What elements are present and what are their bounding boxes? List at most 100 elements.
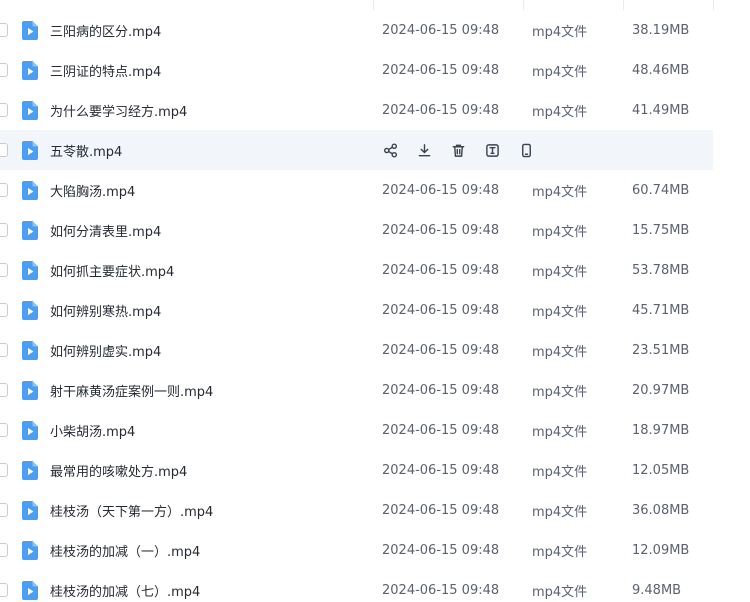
row-checkbox[interactable] bbox=[0, 63, 8, 77]
table-row[interactable]: 如何辨别虚实.mp4 2024-06-15 09:48 mp4文件 23.51MB bbox=[0, 330, 713, 370]
file-type: mp4文件 bbox=[532, 504, 588, 520]
table-row[interactable]: 桂枝汤（天下第一方）.mp4 2024-06-15 09:48 mp4文件 36.08… bbox=[0, 490, 713, 530]
row-checkbox[interactable] bbox=[0, 383, 8, 397]
modified-time: 2024-06-15 09:48 bbox=[382, 582, 500, 598]
file-name[interactable]: 五苓散.mp4 bbox=[50, 141, 122, 160]
file-size: 60.74MB bbox=[632, 182, 690, 198]
file-size: 20.97MB bbox=[632, 382, 690, 398]
table-row[interactable]: 大陷胸汤.mp4 2024-06-15 09:48 mp4文件 60.74MB bbox=[0, 170, 713, 210]
video-file-icon bbox=[22, 540, 38, 560]
rename-icon[interactable] bbox=[484, 142, 500, 158]
table-row[interactable]: 最常用的咳嗽处方.mp4 2024-06-15 09:48 mp4文件 12.05MB bbox=[0, 450, 713, 490]
file-size: 12.05MB bbox=[632, 462, 690, 478]
table-row[interactable]: 桂枝汤的加减（一）.mp4 2024-06-15 09:48 mp4文件 12.09M… bbox=[0, 530, 713, 570]
file-name[interactable]: 如何分清表里.mp4 bbox=[50, 221, 161, 240]
table-row[interactable]: 三阳病的区分.mp4 2024-06-15 09:48 mp4文件 38.19MB bbox=[0, 10, 713, 50]
row-checkbox[interactable] bbox=[0, 223, 8, 237]
table-row-hovered[interactable]: 五苓散.mp4 bbox=[0, 130, 713, 170]
video-file-icon bbox=[22, 340, 38, 360]
file-size: 38.19MB bbox=[632, 22, 690, 38]
row-checkbox[interactable] bbox=[0, 23, 8, 37]
file-type: mp4文件 bbox=[532, 344, 588, 360]
modified-time: 2024-06-15 09:48 bbox=[382, 222, 500, 238]
file-name[interactable]: 桂枝汤的加减（一）.mp4 bbox=[50, 541, 200, 560]
video-file-icon bbox=[22, 300, 38, 320]
file-name[interactable]: 桂枝汤（天下第一方）.mp4 bbox=[50, 501, 213, 520]
delete-icon[interactable] bbox=[450, 142, 466, 158]
table-row[interactable]: 三阴证的特点.mp4 2024-06-15 09:48 mp4文件 48.46MB bbox=[0, 50, 713, 90]
modified-time: 2024-06-15 09:48 bbox=[382, 62, 500, 78]
file-type: mp4文件 bbox=[532, 544, 588, 560]
file-size: 48.46MB bbox=[632, 62, 690, 78]
file-size: 23.51MB bbox=[632, 342, 690, 358]
file-size: 53.78MB bbox=[632, 262, 690, 278]
table-row[interactable]: 桂枝汤的加减（七）.mp4 2024-06-15 09:48 mp4文件 9.48MB bbox=[0, 570, 713, 602]
file-type: mp4文件 bbox=[532, 384, 588, 400]
file-type: mp4文件 bbox=[532, 64, 588, 80]
row-checkbox[interactable] bbox=[0, 583, 8, 597]
file-type: mp4文件 bbox=[532, 184, 588, 200]
file-list: 三阳病的区分.mp4 2024-06-15 09:48 mp4文件 38.19MB 三阴… bbox=[0, 0, 750, 602]
modified-time: 2024-06-15 09:48 bbox=[382, 542, 500, 558]
download-icon[interactable] bbox=[416, 142, 432, 158]
file-name[interactable]: 如何辨别虚实.mp4 bbox=[50, 341, 161, 360]
row-checkbox[interactable] bbox=[0, 143, 8, 157]
modified-time: 2024-06-15 09:48 bbox=[382, 182, 500, 198]
table-row[interactable]: 如何辨别寒热.mp4 2024-06-15 09:48 mp4文件 45.71MB bbox=[0, 290, 713, 330]
row-actions bbox=[382, 142, 552, 158]
file-name[interactable]: 桂枝汤的加减（七）.mp4 bbox=[50, 581, 200, 600]
modified-time: 2024-06-15 09:48 bbox=[382, 342, 500, 358]
table-row[interactable]: 小柴胡汤.mp4 2024-06-15 09:48 mp4文件 18.97MB bbox=[0, 410, 713, 450]
file-type: mp4文件 bbox=[532, 584, 588, 600]
row-checkbox[interactable] bbox=[0, 343, 8, 357]
video-file-icon bbox=[22, 60, 38, 80]
file-size: 9.48MB bbox=[632, 582, 682, 598]
column-divider bbox=[373, 0, 374, 10]
table-row[interactable]: 如何抓主要症状.mp4 2024-06-15 09:48 mp4文件 53.78MB bbox=[0, 250, 713, 290]
file-size: 12.09MB bbox=[632, 542, 690, 558]
file-type: mp4文件 bbox=[532, 464, 588, 480]
modified-time: 2024-06-15 09:48 bbox=[382, 422, 500, 438]
file-type: mp4文件 bbox=[532, 304, 588, 320]
row-checkbox[interactable] bbox=[0, 103, 8, 117]
file-type: mp4文件 bbox=[532, 224, 588, 240]
table-row[interactable]: 射干麻黄汤症案例一则.mp4 2024-06-15 09:48 mp4文件 20.97… bbox=[0, 370, 713, 410]
file-name[interactable]: 如何辨别寒热.mp4 bbox=[50, 301, 161, 320]
modified-time: 2024-06-15 09:48 bbox=[382, 502, 500, 518]
file-name[interactable]: 小柴胡汤.mp4 bbox=[50, 421, 135, 440]
video-file-icon bbox=[22, 500, 38, 520]
video-file-icon bbox=[22, 460, 38, 480]
share-icon[interactable] bbox=[382, 142, 398, 158]
modified-time: 2024-06-15 09:48 bbox=[382, 262, 500, 278]
table-row[interactable]: 为什么要学习经方.mp4 2024-06-15 09:48 mp4文件 41.49MB bbox=[0, 90, 713, 130]
file-name[interactable]: 三阳病的区分.mp4 bbox=[50, 21, 161, 40]
file-type: mp4文件 bbox=[532, 24, 588, 40]
modified-time: 2024-06-15 09:48 bbox=[382, 382, 500, 398]
modified-time: 2024-06-15 09:48 bbox=[382, 22, 500, 38]
row-checkbox[interactable] bbox=[0, 183, 8, 197]
row-checkbox[interactable] bbox=[0, 303, 8, 317]
phone-icon[interactable] bbox=[518, 142, 534, 158]
video-file-icon bbox=[22, 140, 38, 160]
modified-time: 2024-06-15 09:48 bbox=[382, 102, 500, 118]
row-checkbox[interactable] bbox=[0, 263, 8, 277]
file-type: mp4文件 bbox=[532, 264, 588, 280]
file-name[interactable]: 最常用的咳嗽处方.mp4 bbox=[50, 461, 187, 480]
file-size: 41.49MB bbox=[632, 102, 690, 118]
file-name[interactable]: 为什么要学习经方.mp4 bbox=[50, 101, 187, 120]
file-name[interactable]: 射干麻黄汤症案例一则.mp4 bbox=[50, 381, 213, 400]
table-row[interactable]: 如何分清表里.mp4 2024-06-15 09:48 mp4文件 15.75MB bbox=[0, 210, 713, 250]
row-checkbox[interactable] bbox=[0, 503, 8, 517]
row-checkbox[interactable] bbox=[0, 543, 8, 557]
column-divider bbox=[523, 0, 524, 10]
modified-time: 2024-06-15 09:48 bbox=[382, 302, 500, 318]
row-checkbox[interactable] bbox=[0, 423, 8, 437]
file-name[interactable]: 如何抓主要症状.mp4 bbox=[50, 261, 174, 280]
video-file-icon bbox=[22, 260, 38, 280]
file-size: 45.71MB bbox=[632, 302, 690, 318]
file-type: mp4文件 bbox=[532, 424, 588, 440]
file-name[interactable]: 大陷胸汤.mp4 bbox=[50, 181, 135, 200]
row-checkbox[interactable] bbox=[0, 463, 8, 477]
column-divider bbox=[713, 0, 714, 10]
file-name[interactable]: 三阴证的特点.mp4 bbox=[50, 61, 161, 80]
